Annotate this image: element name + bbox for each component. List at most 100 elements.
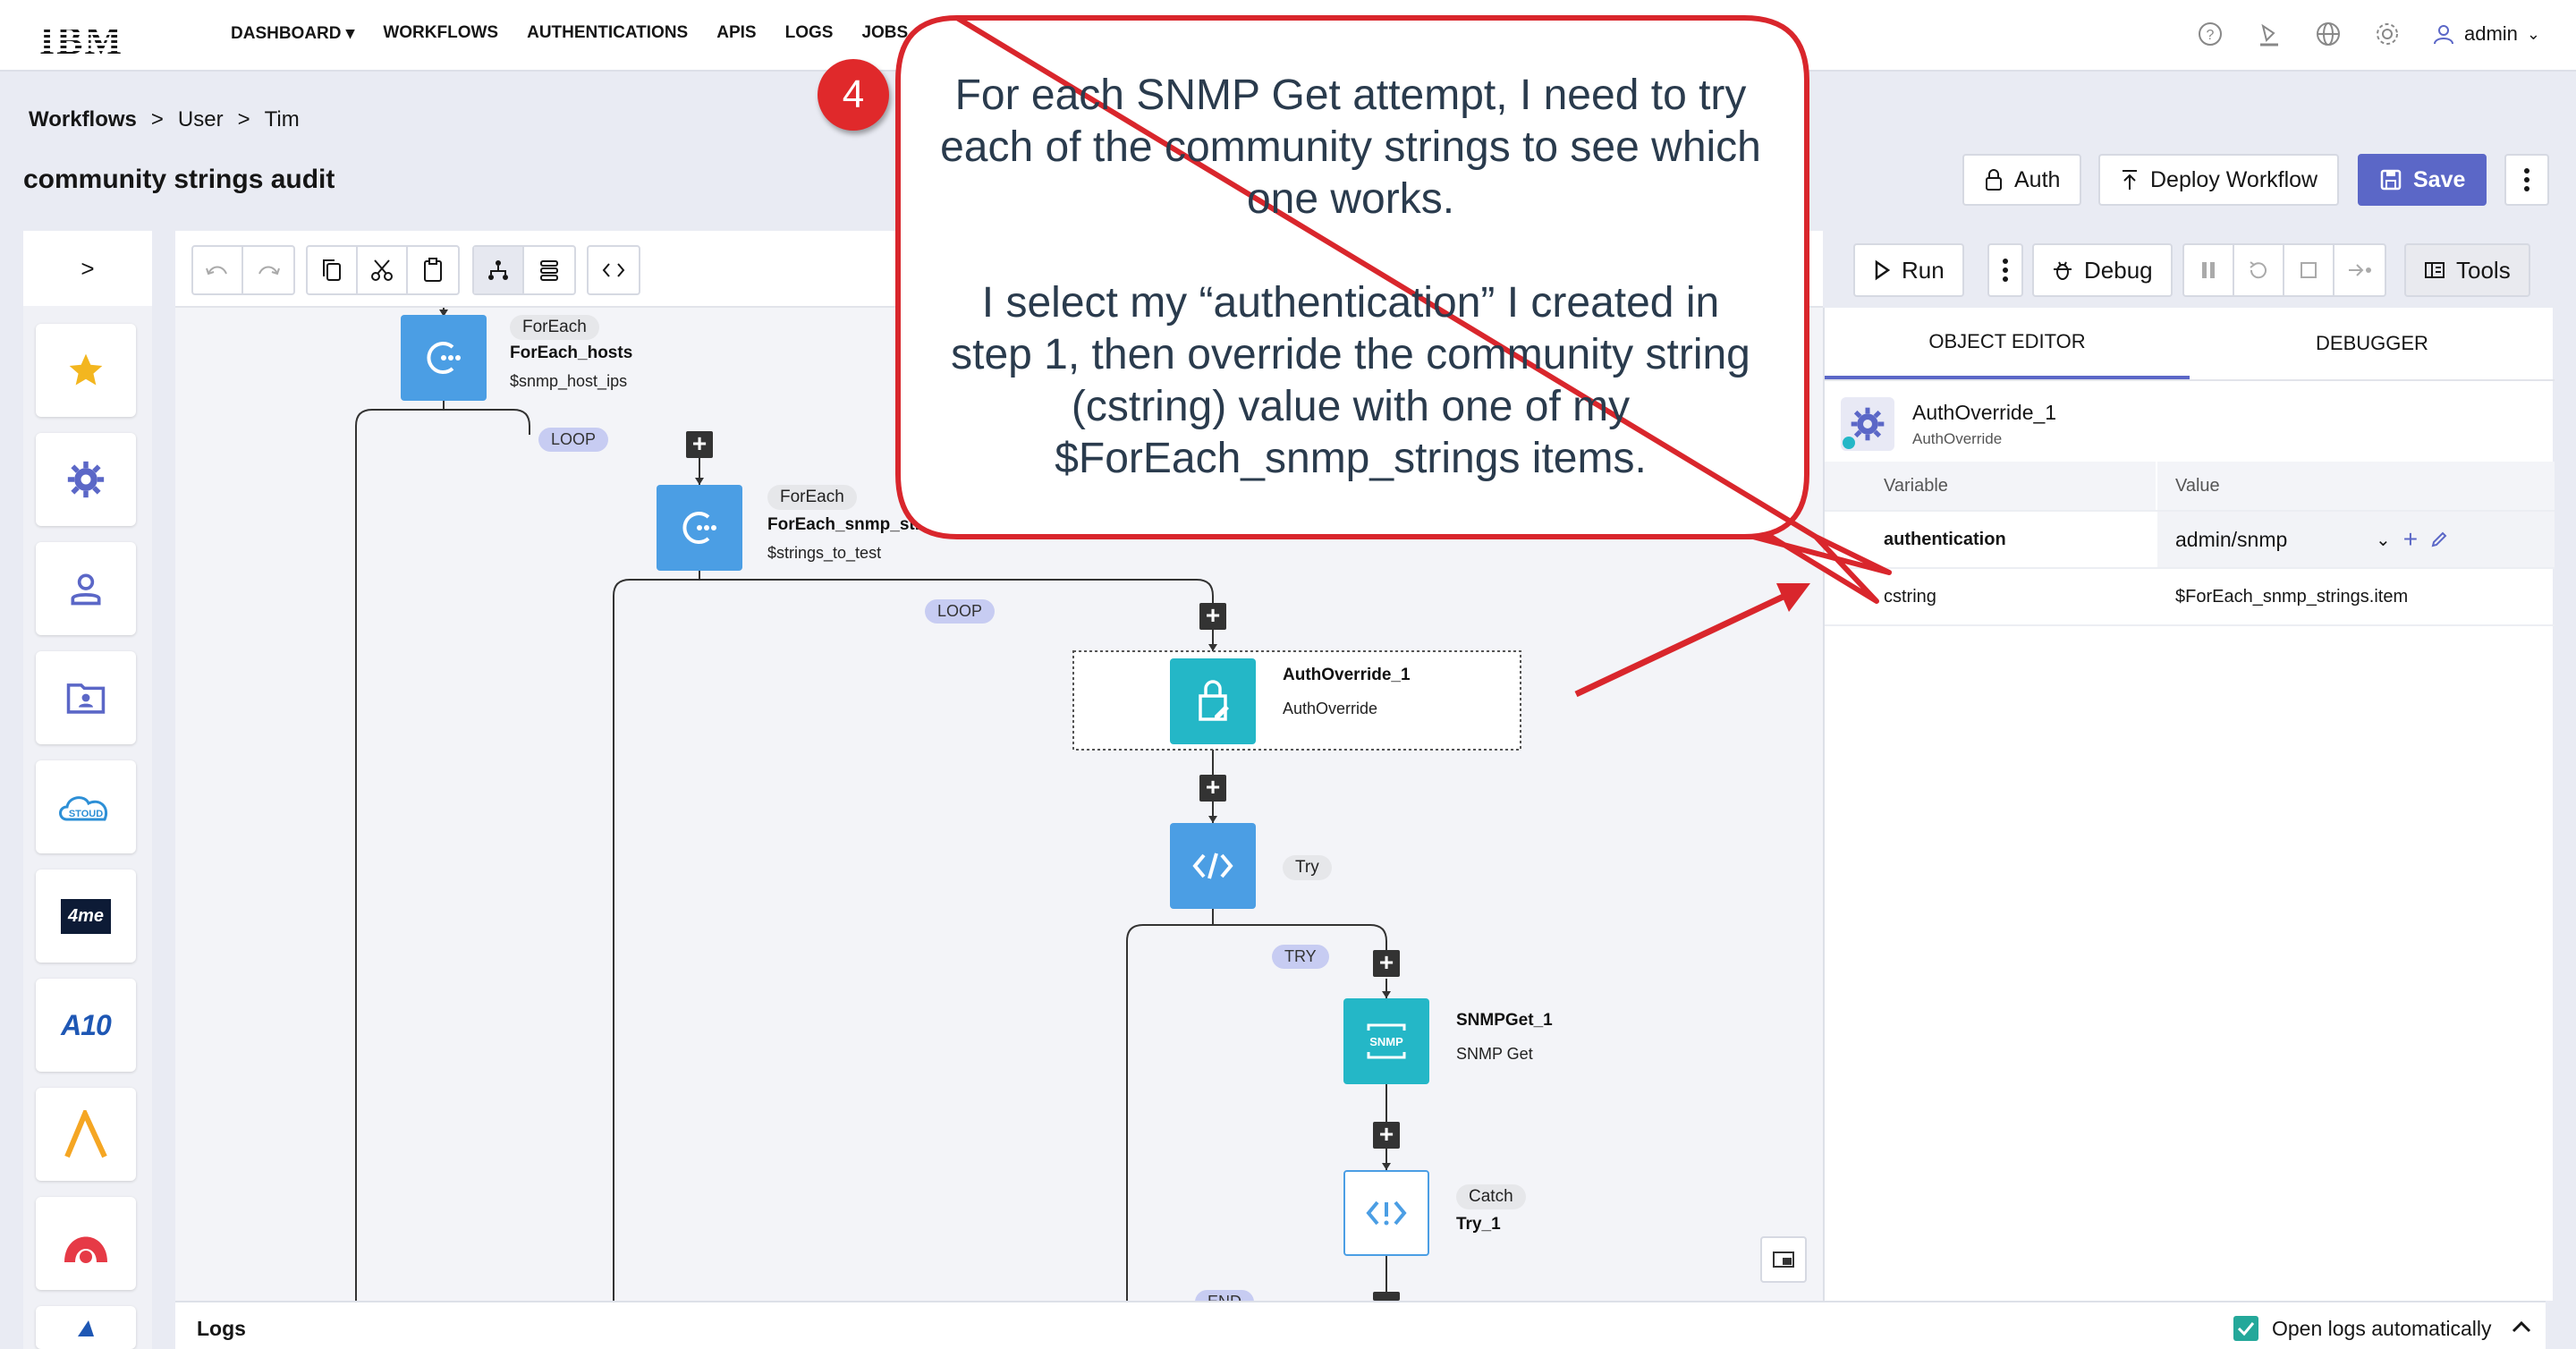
layout-group	[472, 245, 576, 295]
tab-debugger[interactable]: DEBUGGER	[2190, 308, 2555, 379]
paste-button[interactable]	[408, 247, 458, 293]
sidebar-item-folder[interactable]	[36, 651, 136, 744]
checkbox-checked-icon[interactable]	[2233, 1315, 2259, 1342]
authentication-select[interactable]: admin/snmp ⌄ +	[2157, 512, 2555, 567]
object-editor-panel: OBJECT EDITOR DEBUGGER AuthOverride_1 Au…	[1823, 308, 2555, 1301]
sidebar-item-favorites[interactable]	[36, 324, 136, 417]
cut-button[interactable]	[358, 247, 408, 293]
loop-label: LOOP	[925, 599, 996, 624]
copy-button[interactable]	[308, 247, 358, 293]
tools-label: Tools	[2456, 256, 2511, 284]
chevron-down-icon[interactable]: ⌄	[2376, 529, 2391, 551]
nav-workflows[interactable]: WORKFLOWS	[383, 23, 498, 44]
sidebar-item-cloud[interactable]: STOUD	[36, 760, 136, 853]
add-step-button[interactable]: +	[686, 431, 713, 458]
more-options-button[interactable]	[2504, 154, 2549, 206]
sidebar-item-core[interactable]	[36, 433, 136, 526]
sidebar-item-ansible[interactable]	[36, 1088, 136, 1181]
edit-icon[interactable]	[2430, 530, 2448, 548]
open-logs-toggle[interactable]: Open logs automatically	[2233, 1315, 2491, 1342]
auth-button[interactable]: Auth	[1962, 154, 2082, 206]
add-step-button[interactable]	[1373, 1292, 1400, 1301]
code-view-button[interactable]	[589, 247, 639, 293]
add-step-button[interactable]: +	[1199, 603, 1226, 630]
breadcrumb-user[interactable]: User	[178, 107, 224, 132]
list-layout-button[interactable]	[524, 247, 574, 293]
open-logs-label: Open logs automatically	[2272, 1316, 2492, 1340]
nav-dashboard[interactable]: DASHBOARD ▾	[231, 23, 354, 44]
table-row[interactable]: authentication admin/snmp ⌄ +	[1825, 512, 2555, 569]
nav-right: ? admin ⌄	[2196, 20, 2540, 48]
redo-button[interactable]	[243, 247, 293, 293]
run-button[interactable]: Run	[1853, 243, 1964, 297]
undo-button[interactable]	[193, 247, 243, 293]
expand-logs-button[interactable]	[2510, 1315, 2533, 1343]
variable-value[interactable]: $ForEach_snmp_strings.item	[2157, 569, 2555, 624]
sidebar-item-user[interactable]	[36, 542, 136, 635]
column-header-value: Value	[2175, 475, 2220, 496]
minimap-button[interactable]	[1760, 1236, 1807, 1283]
sidebar-item-a10[interactable]: A10	[36, 979, 136, 1072]
auth-override-icon	[1199, 680, 1229, 721]
node-title: ForEach_hosts	[510, 344, 633, 362]
nav-logs[interactable]: LOGS	[785, 23, 834, 44]
kebab-icon	[2003, 259, 2008, 282]
sidebar-expand-button[interactable]: >	[23, 231, 152, 306]
save-button[interactable]: Save	[2358, 154, 2487, 206]
clipboard-icon	[424, 258, 442, 282]
nav-apis[interactable]: APIS	[716, 23, 756, 44]
snmpget-node[interactable]: SNMP	[1343, 998, 1429, 1084]
table-row[interactable]: cstring $ForEach_snmp_strings.item	[1825, 569, 2555, 626]
nav-authentications[interactable]: AUTHENTICATIONS	[527, 23, 688, 44]
try-node[interactable]	[1170, 823, 1256, 909]
add-step-button[interactable]: +	[1373, 950, 1400, 977]
settings-icon[interactable]	[2373, 20, 2402, 48]
sidebar-item-arch[interactable]	[36, 1197, 136, 1290]
object-header: AuthOverride_1 AuthOverride	[1841, 397, 2056, 451]
breadcrumb-separator: >	[237, 107, 250, 132]
run-options-button[interactable]	[1987, 243, 2023, 297]
deploy-workflow-button[interactable]: Deploy Workflow	[2098, 154, 2340, 206]
sidebar-item-more[interactable]	[36, 1306, 136, 1349]
breadcrumb-tim[interactable]: Tim	[265, 107, 300, 132]
paint-icon[interactable]	[2255, 20, 2284, 48]
breadcrumb-workflows[interactable]: Workflows	[29, 107, 137, 132]
palette-sidebar: > STOUD 4me A10	[23, 231, 152, 1349]
globe-icon[interactable]	[2314, 20, 2343, 48]
foreach-strings-node[interactable]	[657, 485, 742, 571]
tab-object-editor[interactable]: OBJECT EDITOR	[1825, 308, 2190, 379]
add-step-button[interactable]: +	[1373, 1122, 1400, 1149]
top-nav: IBM DASHBOARD ▾ WORKFLOWS AUTHENTICATION…	[0, 0, 2576, 72]
tree-layout-button[interactable]	[474, 247, 524, 293]
callout-text: For each SNMP Get attempt, I need to try…	[921, 70, 1780, 485]
logs-bar[interactable]: Logs Open logs automatically	[175, 1301, 2546, 1349]
catch-node[interactable]	[1343, 1170, 1429, 1256]
callout-line: (cstring) value with one of my	[1071, 383, 1631, 430]
add-step-button[interactable]: +	[1199, 775, 1226, 802]
foreach-hosts-node[interactable]	[401, 315, 487, 401]
user-menu[interactable]: admin ⌄	[2432, 22, 2540, 46]
add-icon[interactable]: +	[2403, 525, 2418, 554]
nav-jobs[interactable]: JOBS	[861, 23, 908, 44]
stop-button[interactable]	[2284, 245, 2334, 295]
deploy-button-label: Deploy Workflow	[2150, 166, 2318, 192]
ibm-logo[interactable]: IBM	[39, 18, 123, 64]
breadcrumb: Workflows > User > Tim	[29, 107, 300, 132]
node-subtitle: AuthOverride	[1283, 700, 1378, 717]
sidebar-item-4me[interactable]: 4me	[36, 870, 136, 963]
variable-name: cstring	[1884, 586, 1936, 607]
debug-button[interactable]: Debug	[2032, 243, 2173, 297]
node-subtitle: $snmp_host_ips	[510, 372, 628, 390]
pause-button[interactable]	[2184, 245, 2234, 295]
pause-icon	[2202, 262, 2215, 278]
variable-name: authentication	[1884, 529, 2006, 549]
restart-button[interactable]	[2234, 245, 2284, 295]
callout-line: step 1, then override the community stri…	[951, 331, 1750, 378]
svg-text:SNMP: SNMP	[1369, 1035, 1403, 1048]
authoverride-node[interactable]	[1170, 658, 1256, 744]
help-icon[interactable]: ?	[2196, 20, 2224, 48]
step-button[interactable]	[2334, 245, 2385, 295]
callout-line: each of the community strings to see whi…	[940, 123, 1761, 171]
tools-button[interactable]: Tools	[2404, 243, 2530, 297]
partial-logo-icon	[78, 1320, 94, 1336]
